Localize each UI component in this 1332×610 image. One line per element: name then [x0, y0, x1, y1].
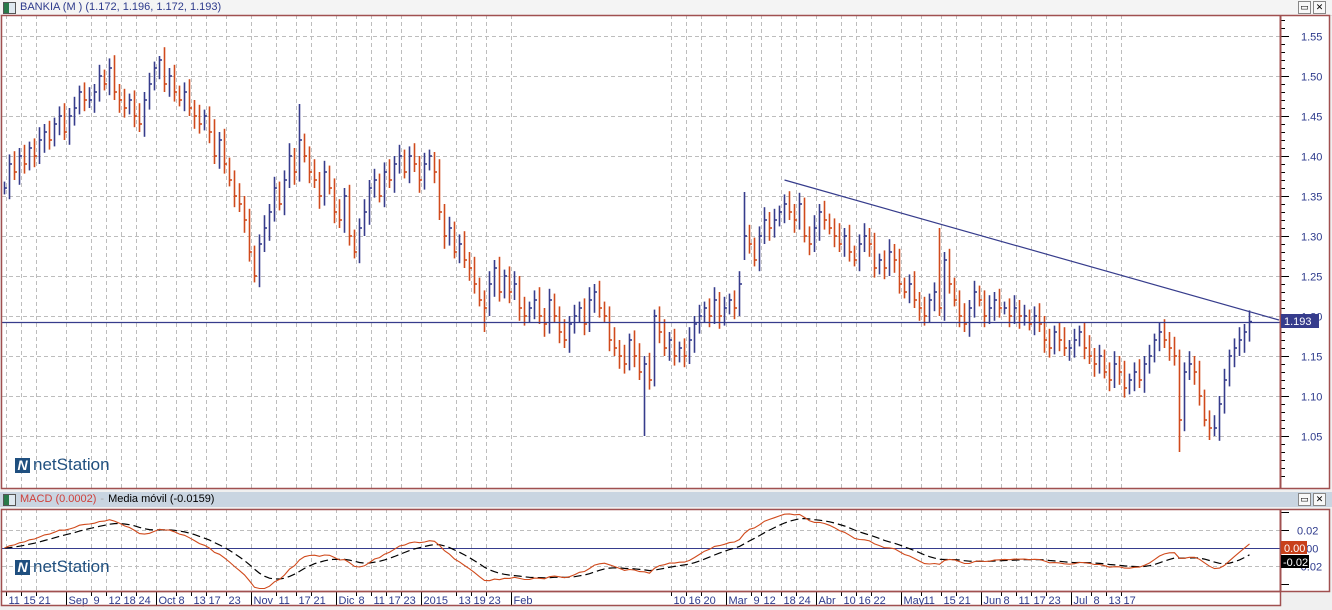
macd-axis-label: 0.02 — [1297, 526, 1318, 538]
price-axis — [1281, 15, 1330, 489]
netstation-logo-icon: N — [15, 559, 30, 575]
price-axis-label: 1.40 — [1301, 152, 1322, 164]
logo-text: netStation — [33, 455, 110, 474]
price-axis-label: 1.45 — [1301, 112, 1322, 124]
price-axis-label: 1.55 — [1301, 32, 1322, 44]
price-axis-label: 1.10 — [1301, 392, 1322, 404]
chart-canvas[interactable]: 1.551.501.451.401.351.301.251.201.151.10… — [0, 0, 1332, 610]
price-plot-area[interactable] — [2, 15, 1280, 489]
last-price-label: 1.193 — [1284, 316, 1312, 328]
macd-value-label: 0.00 — [1284, 543, 1305, 555]
macd-plot-area[interactable] — [2, 509, 1280, 591]
signal-value-label: -0.02 — [1283, 557, 1308, 569]
netstation-logo-icon: N — [15, 457, 30, 473]
price-axis-label: 1.50 — [1301, 72, 1322, 84]
price-axis-label: 1.05 — [1301, 432, 1322, 444]
price-axis-label: 1.25 — [1301, 272, 1322, 284]
netstation-logo: N netStation — [15, 455, 110, 475]
price-axis-label: 1.30 — [1301, 232, 1322, 244]
netstation-logo-macd: N netStation — [15, 557, 110, 577]
logo-text: netStation — [33, 557, 110, 576]
price-axis-label: 1.15 — [1301, 352, 1322, 364]
price-axis-label: 1.35 — [1301, 192, 1322, 204]
